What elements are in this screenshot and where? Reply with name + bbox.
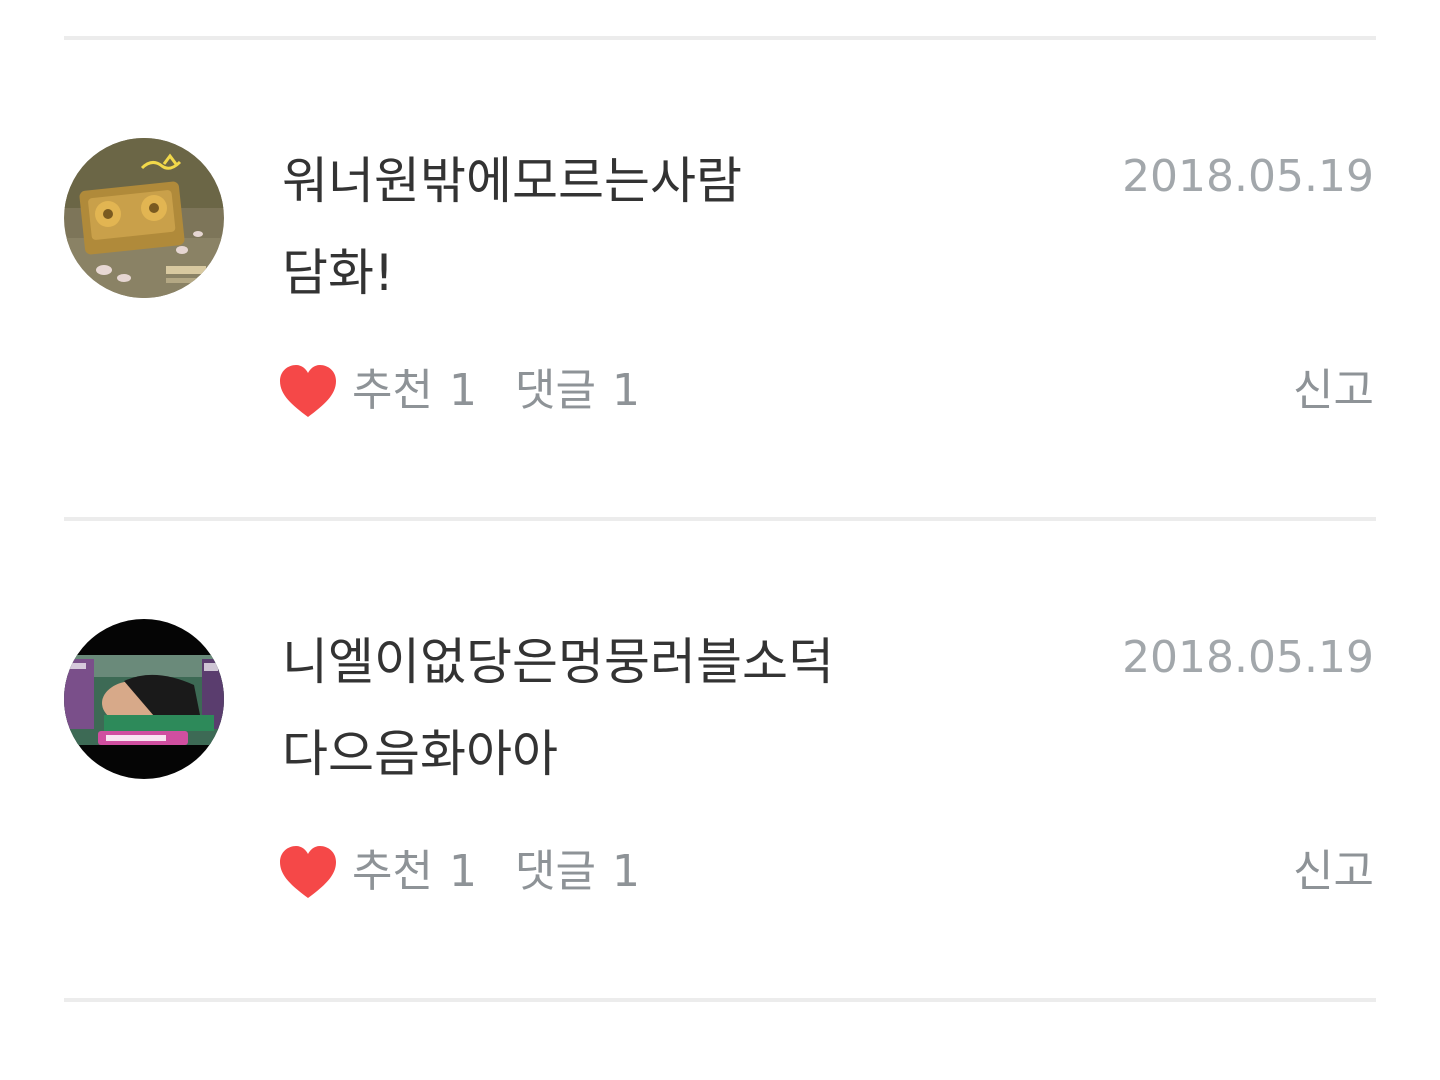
video-still-icon xyxy=(64,619,224,779)
like-count: 1 xyxy=(448,846,477,897)
comment-text: 다으음화아아 xyxy=(282,725,558,783)
cassette-tape-icon xyxy=(64,138,224,298)
author-name[interactable]: 워너원밖에모르는사람 xyxy=(282,146,742,216)
comment-actions: 추천 1 댓글 1 xyxy=(278,837,640,907)
divider-bottom xyxy=(64,998,1376,1002)
report-button[interactable]: 신고 xyxy=(1293,356,1374,426)
reply-button[interactable]: 댓글 1 xyxy=(515,837,640,907)
heart-icon[interactable] xyxy=(278,844,338,900)
comment-item: 니엘이없당은멍뭉러블소덕 2018.05.19 다으음화아아 추천 1 댓글 1… xyxy=(0,521,1440,1001)
comment-item: 워너원밖에모르는사람 2018.05.19 담화! 추천 1 댓글 1 신고 xyxy=(0,40,1440,520)
like-label[interactable]: 추천 xyxy=(352,837,433,907)
report-button[interactable]: 신고 xyxy=(1293,837,1374,907)
comment-actions: 추천 1 댓글 1 xyxy=(278,356,640,426)
heart-icon[interactable] xyxy=(278,363,338,419)
avatar[interactable] xyxy=(64,619,224,779)
reply-count: 1 xyxy=(611,846,640,897)
avatar[interactable] xyxy=(64,138,224,298)
author-name[interactable]: 니엘이없당은멍뭉러블소덕 xyxy=(282,627,834,697)
reply-count: 1 xyxy=(611,365,640,416)
reply-label[interactable]: 댓글 xyxy=(515,356,596,426)
reply-button[interactable]: 댓글 1 xyxy=(515,356,640,426)
like-label[interactable]: 추천 xyxy=(352,356,433,426)
comment-text: 담화! xyxy=(282,244,395,302)
like-count: 1 xyxy=(448,365,477,416)
comment-date: 2018.05.19 xyxy=(1122,632,1374,683)
reply-label[interactable]: 댓글 xyxy=(515,837,596,907)
comment-date: 2018.05.19 xyxy=(1122,151,1374,202)
